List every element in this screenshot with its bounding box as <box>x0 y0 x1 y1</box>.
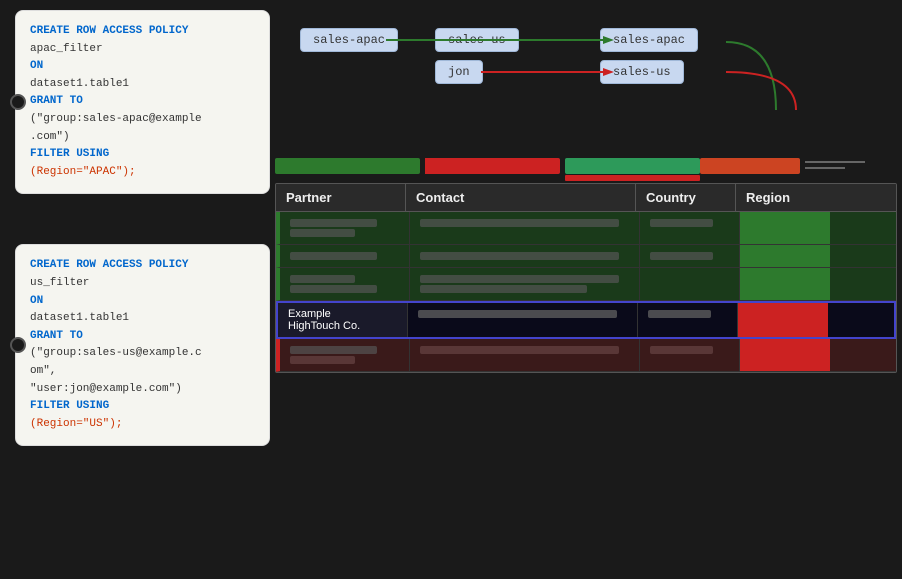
code-text: "user:jon@example.com") <box>30 383 182 395</box>
left-panel: CREATE ROW ACCESS POLICY apac_filter ON … <box>0 0 270 579</box>
tags-area: sales-apac sales-us jon sales-apac sales… <box>270 10 902 150</box>
code-box-us: CREATE ROW ACCESS POLICY us_filter ON da… <box>15 244 270 446</box>
table-row <box>276 245 896 268</box>
code-line: FILTER USING <box>30 146 255 164</box>
td-country <box>640 212 740 244</box>
code-string: (Region="US"); <box>30 418 122 430</box>
td-contact <box>410 268 640 300</box>
bars-row <box>275 155 897 179</box>
code-text: ("group:sales-apac@example <box>30 113 202 125</box>
tag-sales-us-2: sales-us <box>600 60 684 84</box>
line-detail-2 <box>805 167 845 169</box>
td-country <box>638 303 738 337</box>
td-country <box>640 339 740 371</box>
code-string: (Region="APAC"); <box>30 166 136 178</box>
code-text: .com") <box>30 131 70 143</box>
code-line: GRANT TO <box>30 328 255 346</box>
td-partner <box>280 339 410 371</box>
code-line: GRANT TO <box>30 93 255 111</box>
line-detail-1 <box>805 161 865 163</box>
tag-jon: jon <box>435 60 483 84</box>
code-line: "user:jon@example.com") <box>30 381 255 399</box>
bar-divider <box>425 158 428 174</box>
td-region <box>740 212 830 244</box>
th-country: Country <box>636 184 736 211</box>
red-bar-1 <box>425 158 560 174</box>
code-line: (Region="US"); <box>30 416 255 434</box>
tag-sales-apac-1: sales-apac <box>300 28 398 52</box>
td-contact <box>410 339 640 371</box>
td-partner <box>280 268 410 300</box>
keyword: ON <box>30 295 43 307</box>
code-line: CREATE ROW ACCESS POLICY <box>30 257 255 275</box>
main-container: CREATE ROW ACCESS POLICY apac_filter ON … <box>0 0 902 579</box>
tag-sales-us: sales-us <box>435 28 519 52</box>
green-bar-1 <box>275 158 420 174</box>
th-partner: Partner <box>276 184 406 211</box>
td-contact <box>410 245 640 267</box>
table-row-highlighted: Example HighTouch Co. <box>276 301 896 339</box>
td-region <box>738 303 828 337</box>
th-region: Region <box>736 184 826 211</box>
code-text: apac_filter <box>30 43 103 55</box>
td-partner <box>280 212 410 244</box>
td-region <box>740 245 830 267</box>
code-line: dataset1.table1 <box>30 310 255 328</box>
code-box-apac: CREATE ROW ACCESS POLICY apac_filter ON … <box>15 10 270 194</box>
teal-bar <box>565 158 700 174</box>
code-line: (Region="APAC"); <box>30 164 255 182</box>
td-country <box>640 245 740 267</box>
td-country-singapore <box>640 268 740 300</box>
keyword: CREATE ROW ACCESS POLICY <box>30 259 188 271</box>
keyword: GRANT TO <box>30 330 83 342</box>
code-line: ON <box>30 58 255 76</box>
td-contact <box>410 212 640 244</box>
td-region <box>740 268 830 300</box>
td-region <box>740 339 830 371</box>
th-contact: Contact <box>406 184 636 211</box>
code-line: us_filter <box>30 275 255 293</box>
red-bar-2 <box>565 175 700 181</box>
code-text: om", <box>30 365 56 377</box>
code-line: .com") <box>30 129 255 147</box>
td-partner <box>280 245 410 267</box>
code-line: ("group:sales-us@example.c <box>30 345 255 363</box>
td-partner-example: Example HighTouch Co. <box>278 303 408 337</box>
table-row <box>276 268 896 301</box>
keyword: FILTER USING <box>30 400 109 412</box>
code-text: us_filter <box>30 277 89 289</box>
code-line: ON <box>30 293 255 311</box>
right-panel: sales-apac sales-us jon sales-apac sales… <box>270 0 902 579</box>
tag-sales-apac-2: sales-apac <box>600 28 698 52</box>
table-area: Partner Contact Country Region <box>275 183 897 373</box>
table-row <box>276 212 896 245</box>
code-line: FILTER USING <box>30 398 255 416</box>
td-contact <box>408 303 638 337</box>
keyword: GRANT TO <box>30 95 83 107</box>
keyword: CREATE ROW ACCESS POLICY <box>30 25 188 37</box>
dark-red-bar <box>700 158 800 174</box>
code-text: dataset1.table1 <box>30 78 129 90</box>
code-line: CREATE ROW ACCESS POLICY <box>30 23 255 41</box>
keyword: ON <box>30 60 43 72</box>
code-line: ("group:sales-apac@example <box>30 111 255 129</box>
table-header: Partner Contact Country Region <box>276 184 896 212</box>
table-row <box>276 339 896 372</box>
code-line: apac_filter <box>30 41 255 59</box>
code-line: dataset1.table1 <box>30 76 255 94</box>
code-text: dataset1.table1 <box>30 312 129 324</box>
keyword: FILTER USING <box>30 148 109 160</box>
code-line: om", <box>30 363 255 381</box>
code-text: ("group:sales-us@example.c <box>30 347 202 359</box>
